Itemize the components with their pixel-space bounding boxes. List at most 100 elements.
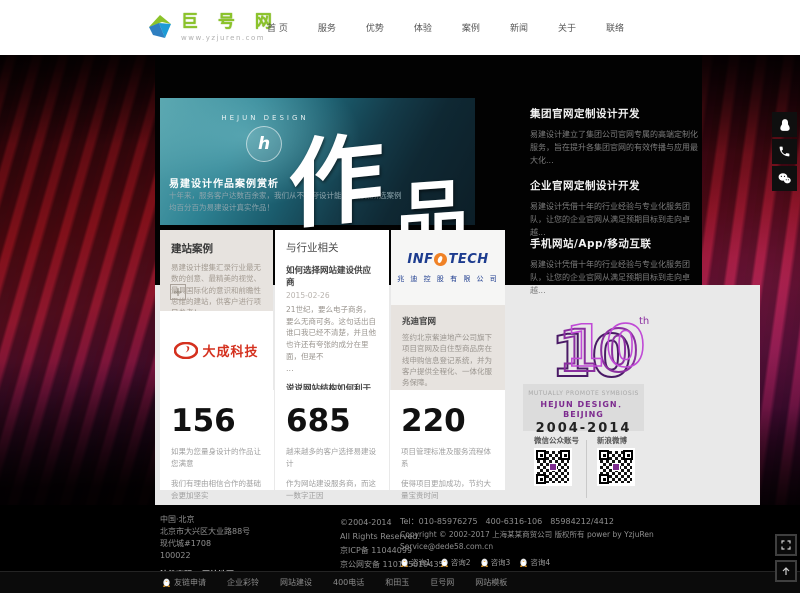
qq-consult-link[interactable]: 咨询3 xyxy=(480,557,511,569)
news-title: 与行业相关 xyxy=(286,240,378,255)
infotech-company-name: 兆 迪 控 股 有 限 公 司 xyxy=(397,274,499,284)
expand-button[interactable] xyxy=(775,534,797,556)
project-desc: 签约北京紫迪地产公司旗下项目官网及自住型商品房在线申购信息登记系统，并为客户提供… xyxy=(402,332,494,388)
qr-divider xyxy=(586,440,587,498)
service-title[interactable]: 集团官网定制设计开发 xyxy=(530,106,702,121)
anniversary-box: MUTUALLY PROMOTE SYMBIOSIS HEJUN DESIGN．… xyxy=(523,384,644,431)
weibo-qr-code xyxy=(597,448,635,486)
nav-item-news[interactable]: 新闻 xyxy=(495,21,543,34)
bottom-link[interactable]: 和田玉 xyxy=(385,577,409,588)
infotech-logo-right: TECH xyxy=(448,252,488,267)
stat-block: 685 越来越多的客户选择易建设计 作为网站建设服务商，而这一数字正因 您的选择… xyxy=(275,390,390,490)
news-article-title[interactable]: 如何选择网站建设供应商 xyxy=(286,264,378,288)
qq-consult-link[interactable]: 咨询2 xyxy=(440,557,471,569)
cases-title: 建站案例 xyxy=(171,241,262,256)
main-nav: 首 页 服务 优势 体验 案例 新闻 关于 联络 xyxy=(252,0,639,55)
footer: 中国·北京 北京市大兴区大业路88号 现代城#1708 100022 法律声明 … xyxy=(0,505,800,571)
bottom-link[interactable]: 网站建设 xyxy=(280,577,312,588)
qq-consult-link[interactable]: 咨询1 xyxy=(400,557,431,569)
qq-contact-button[interactable] xyxy=(772,112,797,137)
stat-value: 156 xyxy=(171,403,263,439)
anniversary-brand: HEJUN DESIGN．BEIJING xyxy=(523,399,644,419)
bottom-link[interactable]: 网站模板 xyxy=(475,577,507,588)
weibo-qr-label: 新浪微博 xyxy=(597,435,627,446)
footer-address-line: 100022 xyxy=(160,550,250,562)
news-article: 说说网站结构如何利于用户体验... 2015-02-14 搜索引擎是用户访问网站… xyxy=(286,382,378,390)
bottom-link[interactable]: 企业彩铃 xyxy=(227,577,259,588)
qq-penguin-icon xyxy=(162,578,171,587)
service-desc: 易建设计建立了集团公司官网专属的高端定制化服务，旨在提升各集团官网的有效传播与应… xyxy=(530,128,702,168)
header: 巨 号 网 www.yzjuren.com 首 页 服务 优势 体验 案例 新闻… xyxy=(0,0,800,55)
banner-logo-circle: h xyxy=(246,126,282,162)
stat-line: 使得项目更加成功，节约大量宝贵时间 xyxy=(401,478,494,503)
stat-block: 220 项目管理标准及服务流程体系 使得项目更加成功，节约大量宝贵时间 合作过的… xyxy=(390,390,505,490)
service-block-group-site: 集团官网定制设计开发 易建设计建立了集团公司官网专属的高端定制化服务，旨在提升各… xyxy=(530,106,702,168)
bottom-links-bar: 友链申请 企业彩铃 网站建设 400电话 和田玉 巨号网 网站模板 xyxy=(0,571,800,593)
qq-penguin-icon xyxy=(400,558,409,567)
bottom-link[interactable]: 巨号网 xyxy=(430,577,454,588)
qq-penguin-icon xyxy=(480,558,489,567)
project-card: 兆迪官网 签约北京紫迪地产公司旗下项目官网及自住型商品房在线申购信息登记系统，并… xyxy=(391,305,505,390)
nav-item-cases[interactable]: 案例 xyxy=(447,21,495,34)
footer-contact-column: Tel：010-85976275 400-6316-106 85984212/4… xyxy=(400,516,654,569)
footer-address-line: 北京市大兴区大业路88号 xyxy=(160,526,250,538)
client-card-infotech[interactable]: INF TECH 兆 迪 控 股 有 限 公 司 xyxy=(391,230,505,305)
nav-item-contact[interactable]: 联络 xyxy=(591,21,639,34)
stat-line: 如果为您量身设计的作品让您满意 xyxy=(171,446,263,471)
nav-item-home[interactable]: 首 页 xyxy=(252,21,303,34)
cases-more-button[interactable]: + xyxy=(170,284,186,300)
qq-penguin-icon xyxy=(440,558,449,567)
stat-line: 我们有理由相信合作的基础会更加坚实 xyxy=(171,478,263,503)
service-title[interactable]: 手机网站/App/移动互联 xyxy=(530,236,702,251)
news-card: 与行业相关 如何选择网站建设供应商 2015-02-26 21世纪，要么电子商务… xyxy=(275,230,389,390)
news-article-title[interactable]: 说说网站结构如何利于用户体验... xyxy=(286,382,378,390)
banner-title: 易建设计作品案例赏析 xyxy=(169,175,279,190)
anniversary-tagline: MUTUALLY PROMOTE SYMBIOSIS xyxy=(523,390,644,397)
back-to-top-button[interactable] xyxy=(775,560,797,582)
logo-icon xyxy=(145,11,175,41)
wechat-qr-label: 微信公众账号 xyxy=(534,435,579,446)
infotech-logo-left: INF xyxy=(407,252,433,267)
footer-email[interactable]: Service@dede58.com.cn xyxy=(400,541,654,553)
footer-tel: Tel：010-85976275 400-6316-106 85984212/4… xyxy=(400,516,654,529)
news-article-more[interactable]: ... xyxy=(286,364,378,373)
svg-text:10: 10 xyxy=(565,312,646,380)
news-article: 如何选择网站建设供应商 2015-02-26 21世纪，要么电子商务，要么无商可… xyxy=(286,264,378,373)
wechat-contact-button[interactable] xyxy=(772,166,797,191)
news-article-excerpt: 21世纪，要么电子商务，要么无商可务。这句话出自谁口我已经不清楚，并且他也许还有… xyxy=(286,304,378,362)
footer-address-line: 现代城#1708 xyxy=(160,538,250,550)
service-desc: 易建设计凭借十年的行业经验与专业化服务团队，让您的企业官网从满足预期目标到走向卓… xyxy=(530,258,702,298)
stats-row: 156 如果为您量身设计的作品让您满意 我们有理由相信合作的基础会更加坚实 这是… xyxy=(160,390,505,490)
anniversary-years: 2004-2014 xyxy=(523,421,644,436)
bottom-link-friend[interactable]: 友链申请 xyxy=(162,577,206,588)
dacheng-logo-icon xyxy=(174,342,198,359)
background-canyon-left xyxy=(0,55,155,505)
expand-icon xyxy=(780,539,792,551)
client-card-dacheng[interactable]: 大成科技 xyxy=(160,311,273,390)
nav-item-advantage[interactable]: 优势 xyxy=(351,21,399,34)
stat-line: 作为网站建设服务商，而这一数字正因 xyxy=(286,478,378,503)
phone-icon xyxy=(778,145,791,158)
page: 巨 号 网 www.yzjuren.com 首 页 服务 优势 体验 案例 新闻… xyxy=(0,0,800,593)
infotech-logo-circle-icon xyxy=(434,253,447,266)
news-article-date: 2015-02-26 xyxy=(286,291,378,300)
nav-item-services[interactable]: 服务 xyxy=(303,21,351,34)
floating-contact-icons xyxy=(772,112,797,191)
qq-icon xyxy=(778,118,792,132)
stat-value: 685 xyxy=(286,403,378,439)
service-title[interactable]: 企业官网定制设计开发 xyxy=(530,178,702,193)
bottom-link[interactable]: 400电话 xyxy=(333,577,364,588)
stat-line: 项目管理标准及服务流程体系 xyxy=(401,446,494,471)
project-title[interactable]: 兆迪官网 xyxy=(402,315,494,327)
phone-contact-button[interactable] xyxy=(772,139,797,164)
svg-text:th: th xyxy=(639,316,649,327)
nav-item-about[interactable]: 关于 xyxy=(543,21,591,34)
qq-consult-link[interactable]: 咨询4 xyxy=(519,557,550,569)
service-desc: 易建设计凭借十年的行业经验与专业化服务团队，让您的企业官网从满足预期目标到走向卓… xyxy=(530,200,702,240)
nav-item-experience[interactable]: 体验 xyxy=(399,21,447,34)
calligraphy-zuo: 作 xyxy=(288,99,383,249)
anniversary-10th-logo: 10 10 10 th xyxy=(543,310,655,386)
arrow-up-icon xyxy=(780,565,792,577)
dacheng-logo-text: 大成科技 xyxy=(202,341,258,360)
footer-address-line: 中国·北京 xyxy=(160,514,250,526)
